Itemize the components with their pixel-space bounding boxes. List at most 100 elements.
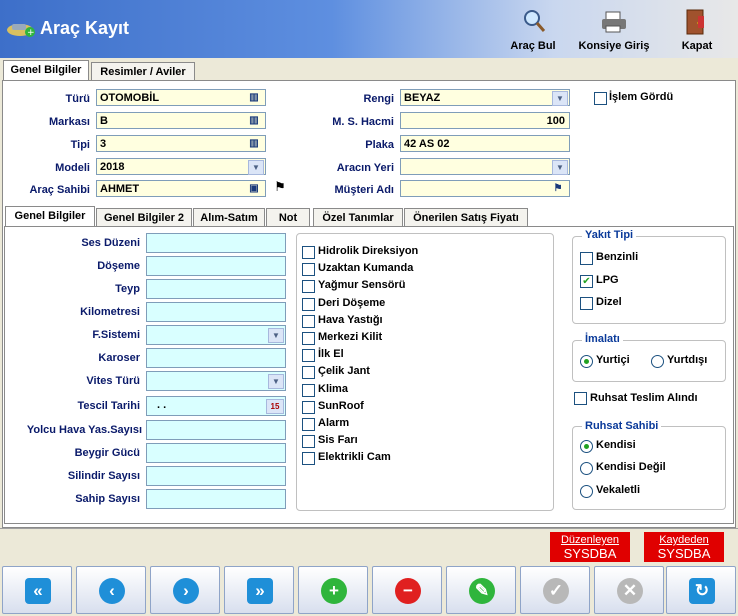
feature-checkbox[interactable]: [302, 435, 315, 449]
dizel-label: Dizel: [596, 296, 622, 308]
feature-checkbox[interactable]: [302, 297, 315, 311]
tab-resimler-aviler[interactable]: Resimler / Aviler: [91, 62, 195, 81]
chevron-down-icon[interactable]: ▼: [268, 374, 284, 389]
duzenleyen-label: Düzenleyen: [560, 534, 620, 546]
doseme-label: Döşeme: [97, 260, 140, 272]
kendisi-degil-radio[interactable]: [580, 462, 593, 475]
feature-checkbox[interactable]: [302, 366, 315, 380]
feature-label: Hidrolik Direksiyon: [318, 245, 419, 257]
rengi-select[interactable]: BEYAZ ▼: [400, 89, 570, 106]
first-record-button[interactable]: «: [2, 566, 72, 614]
musteri-adi-field[interactable]: ⚑: [400, 180, 570, 197]
add-record-button[interactable]: +: [298, 566, 368, 614]
chevron-down-icon[interactable]: ▼: [552, 91, 568, 106]
last-record-button[interactable]: »: [224, 566, 294, 614]
f-sistemi-label: F.Sistemi: [92, 329, 140, 341]
ruhsat-teslim-checkbox[interactable]: [574, 392, 587, 405]
motor-hacmi-label: M. S. Hacmi: [332, 116, 394, 128]
doseme-field[interactable]: [146, 256, 286, 276]
dizel-checkbox[interactable]: [580, 297, 593, 310]
calendar-icon[interactable]: 15: [266, 399, 284, 414]
chevron-down-icon[interactable]: ▼: [248, 160, 264, 175]
chevron-down-icon[interactable]: ▼: [552, 160, 568, 175]
ses-duzeni-field[interactable]: [146, 233, 286, 253]
subtab-genel-bilgiler[interactable]: Genel Bilgiler: [5, 206, 95, 227]
chevron-down-icon[interactable]: ▼: [268, 328, 284, 343]
turu-field[interactable]: OTOMOBİL ▥: [96, 89, 266, 106]
silindir-sayisi-field[interactable]: [146, 466, 286, 486]
kilometre-field[interactable]: [146, 302, 286, 322]
sahip-sayisi-field[interactable]: [146, 489, 286, 509]
tab-genel-bilgiler[interactable]: Genel Bilgiler: [3, 60, 89, 81]
subtab-alim-satim[interactable]: Alım-Satım: [193, 208, 265, 227]
benzinli-checkbox[interactable]: [580, 252, 593, 265]
subtab-onerilen-satis-fiyati[interactable]: Önerilen Satış Fiyatı: [404, 208, 528, 227]
next-record-button[interactable]: ›: [150, 566, 220, 614]
feature-checkbox[interactable]: [302, 383, 315, 397]
vites-turu-label: Vites Türü: [86, 375, 140, 387]
teyp-label: Teyp: [115, 283, 140, 295]
feature-checkbox[interactable]: [302, 400, 315, 414]
aracin-yeri-select[interactable]: ▼: [400, 158, 570, 175]
ruhsat-teslim-label: Ruhsat Teslim Alındı: [590, 392, 698, 404]
feature-checkbox[interactable]: [302, 452, 315, 466]
chart-picker-icon[interactable]: ▥: [245, 114, 263, 127]
markasi-field[interactable]: B ▥: [96, 112, 266, 129]
feature-checkbox[interactable]: [302, 280, 315, 294]
yolcu-hava-yastigi-field[interactable]: [146, 420, 286, 440]
edit-record-button[interactable]: ✎: [446, 566, 516, 614]
tescil-tarihi-field[interactable]: . . 15: [146, 396, 286, 416]
subtab-not[interactable]: Not: [266, 208, 310, 227]
f-sistemi-select[interactable]: ▼: [146, 325, 286, 345]
arac-bul-label: Araç Bul: [510, 40, 556, 52]
check-icon: ✓: [543, 578, 569, 604]
plaka-field[interactable]: 42 AS 02: [400, 135, 570, 152]
kendisi-radio[interactable]: [580, 440, 593, 453]
islem-gordu-checkbox[interactable]: [594, 92, 607, 105]
feature-checkbox[interactable]: [302, 332, 315, 345]
tipi-field[interactable]: 3 ▥: [96, 135, 266, 152]
cancel-record-button[interactable]: ✕: [594, 566, 664, 614]
feature-checkbox[interactable]: [302, 349, 315, 363]
double-chevron-left-icon: «: [25, 578, 51, 604]
delete-record-button[interactable]: −: [372, 566, 442, 614]
feature-checkbox[interactable]: [302, 418, 315, 431]
feature-checkbox[interactable]: [302, 246, 315, 259]
motor-hacmi-field[interactable]: 100: [400, 112, 570, 129]
arac-sahibi-field[interactable]: AHMET ▣: [96, 180, 266, 197]
refresh-button[interactable]: ↻: [666, 566, 736, 614]
feature-checkbox[interactable]: [302, 314, 315, 328]
aracin-yeri-label: Aracın Yeri: [336, 162, 394, 174]
yurtici-radio[interactable]: [580, 355, 593, 368]
konsiye-giris-button[interactable]: Konsiye Giriş: [572, 4, 656, 56]
yolcu-hava-yastigi-label: Yolcu Hava Yas.Sayısı: [26, 424, 142, 436]
lpg-checkbox[interactable]: ✔: [580, 275, 593, 288]
duzenleyen-value: SYSDBA: [563, 546, 617, 561]
yurtdisi-radio[interactable]: [651, 355, 664, 368]
card-picker-icon[interactable]: ▣: [245, 182, 263, 195]
chart-picker-icon[interactable]: ▥: [245, 91, 263, 104]
modeli-select[interactable]: 2018 ▼: [96, 158, 266, 175]
save-record-button[interactable]: ✓: [520, 566, 590, 614]
karoser-field[interactable]: [146, 348, 286, 368]
feature-checkbox[interactable]: [302, 263, 315, 277]
previous-record-button[interactable]: ‹: [76, 566, 146, 614]
subtab-genel-bilgiler-2[interactable]: Genel Bilgiler 2: [96, 208, 192, 227]
vites-turu-select[interactable]: ▼: [146, 371, 286, 391]
benzinli-label: Benzinli: [596, 251, 639, 263]
kapat-button[interactable]: Kapat: [664, 4, 730, 56]
tescil-tarihi-label: Tescil Tarihi: [77, 400, 140, 412]
vekaletli-radio[interactable]: [580, 485, 593, 498]
person-lookup-icon[interactable]: ⚑: [270, 179, 290, 197]
refresh-icon: ↻: [689, 578, 715, 604]
x-icon: ✕: [617, 578, 643, 604]
person-lookup-icon[interactable]: ⚑: [549, 182, 567, 195]
chart-picker-icon[interactable]: ▥: [245, 137, 263, 150]
karoser-label: Karoser: [98, 352, 140, 364]
kapat-label: Kapat: [681, 40, 713, 52]
beygir-gucu-field[interactable]: [146, 443, 286, 463]
arac-bul-button[interactable]: Araç Bul: [496, 4, 570, 56]
subtab-ozel-tanimlar[interactable]: Özel Tanımlar: [313, 208, 403, 227]
teyp-field[interactable]: [146, 279, 286, 299]
svg-text:+: +: [27, 28, 35, 38]
